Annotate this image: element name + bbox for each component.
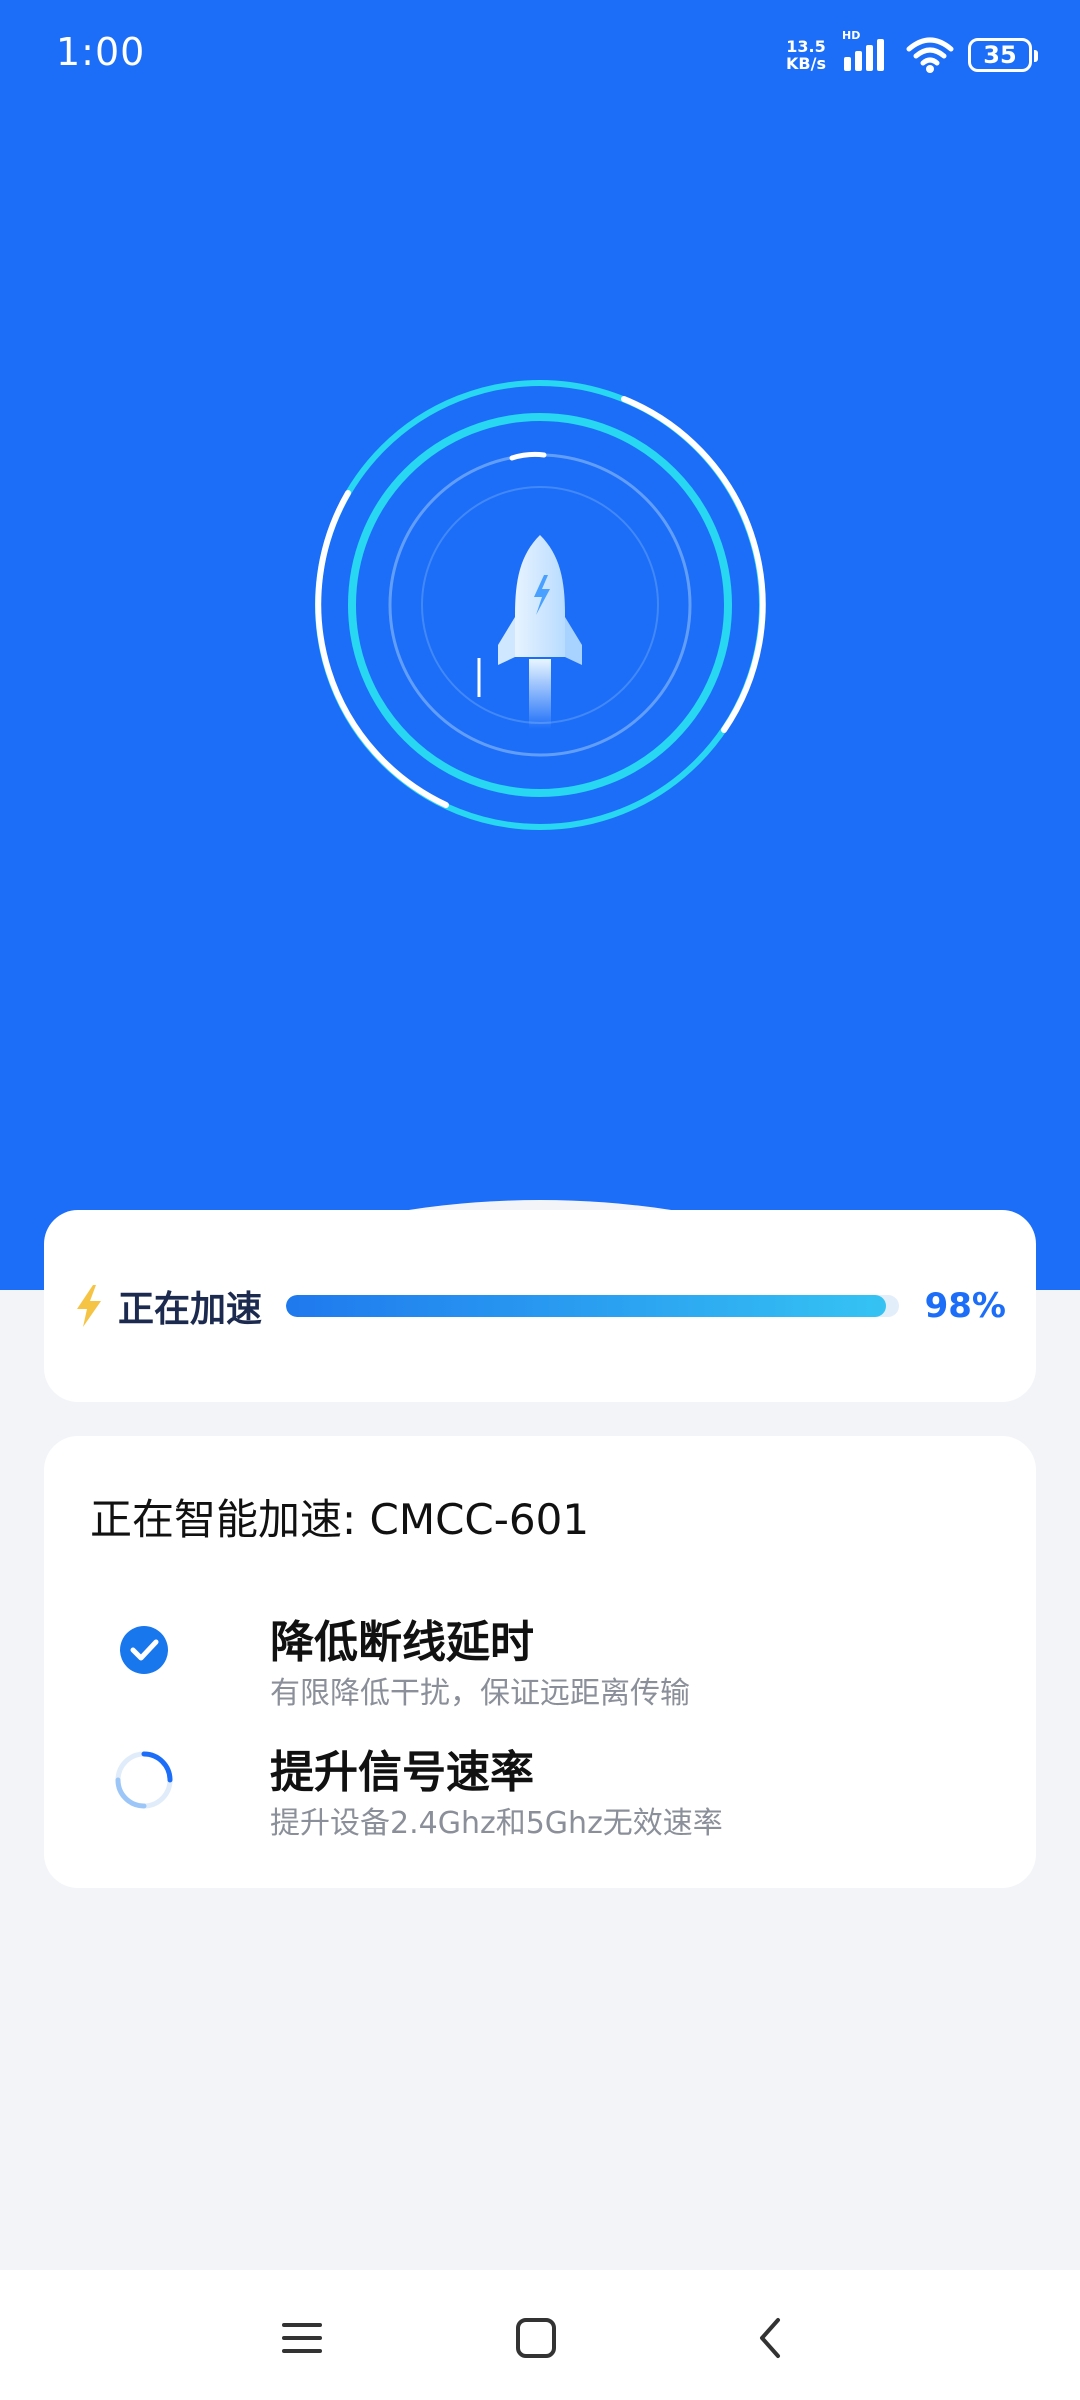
tasks-title: 正在智能加速: CMCC-601 [90, 1495, 590, 1544]
cell-signal-icon: HD [840, 29, 892, 75]
network-speed-value: 13.5 [786, 37, 826, 56]
rocket-accelerate-graphic [310, 375, 770, 835]
progress-row: 正在加速 98% [74, 1210, 1006, 1402]
task-item-boost-signal: 提升信号速率 提升设备2.4Ghz和5Ghz无效速率 [114, 1736, 1006, 1846]
progress-bar [286, 1295, 899, 1317]
progress-label: 正在加速 [118, 1289, 263, 1330]
progress-bar-fill [286, 1295, 887, 1317]
progress-card: 正在加速 98% [44, 1210, 1036, 1402]
hd-badge: HD [842, 29, 861, 42]
acceleration-tasks-card: 正在智能加速: CMCC-601 降低断线延时 有限降低干扰，保证远距离传输 提… [44, 1436, 1036, 1888]
hero-banner: 1:00 13.5 KB/s HD 35 [0, 0, 1080, 1290]
wifi-icon [906, 37, 954, 73]
status-time: 1:00 [56, 30, 146, 74]
loading-spinner-icon [115, 1751, 173, 1809]
battery-icon: 35 [968, 38, 1038, 72]
lightning-bolt-icon [77, 1285, 101, 1327]
system-navigation-bar [0, 2270, 1080, 2400]
task-item-reduce-latency: 降低断线延时 有限降低干扰，保证远距离传输 [114, 1606, 1006, 1716]
task-name: 提升信号速率 [270, 1747, 534, 1798]
status-icons: 13.5 KB/s HD 35 [786, 29, 1038, 78]
task-name: 降低断线延时 [270, 1617, 534, 1668]
screen: 1:00 13.5 KB/s HD 35 正在加速 98% 正在智能加速: CM… [0, 0, 1080, 2400]
back-chevron-icon[interactable] [740, 2308, 800, 2368]
battery-level: 35 [983, 41, 1017, 69]
network-speed-unit: KB/s [786, 54, 826, 73]
task-description: 有限降低干扰，保证远距离传输 [270, 1676, 690, 1711]
check-circle-icon [120, 1626, 168, 1674]
status-bar: 1:00 13.5 KB/s HD 35 [0, 0, 1080, 110]
task-description: 提升设备2.4Ghz和5Ghz无效速率 [270, 1806, 723, 1841]
progress-percent: 98% [924, 1286, 1006, 1326]
menu-lines-icon[interactable] [272, 2308, 332, 2368]
home-square-icon[interactable] [506, 2308, 566, 2368]
network-speed: 13.5 KB/s [786, 38, 826, 72]
